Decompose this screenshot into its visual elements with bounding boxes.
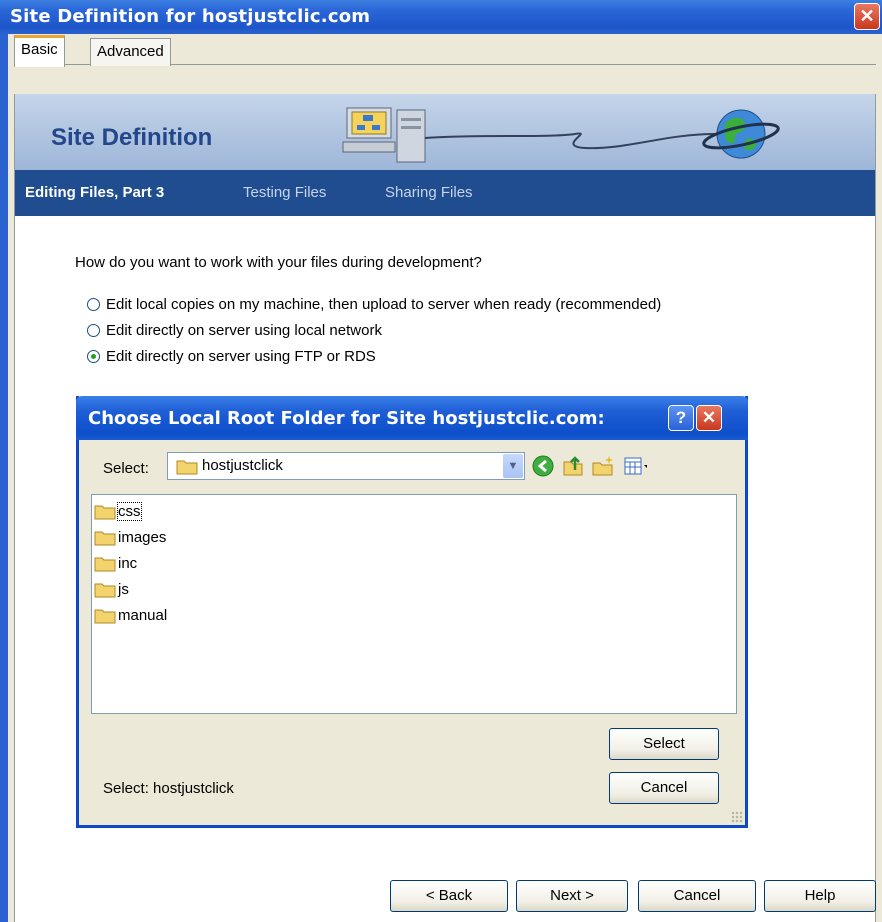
option-edit-local-network[interactable]: Edit directly on server using local netw…	[87, 320, 382, 340]
tab-advanced[interactable]: Advanced	[90, 38, 171, 66]
folder-list[interactable]: css images inc js manual	[91, 494, 737, 714]
new-folder-icon[interactable]	[591, 454, 615, 478]
radio-button[interactable]	[87, 297, 100, 311]
select-label: Select:	[103, 460, 149, 477]
next-button[interactable]: Next >	[516, 880, 628, 912]
dialog-titlebar[interactable]: Choose Local Root Folder for Site hostju…	[76, 396, 748, 440]
current-folder: hostjustclick	[202, 457, 283, 474]
folder-icon	[176, 460, 198, 475]
tab-strip: Basic Advanced	[14, 35, 876, 67]
question-text: How do you want to work with your files …	[75, 254, 482, 271]
view-menu-icon[interactable]	[623, 454, 647, 478]
dialog-cancel-button[interactable]: Cancel	[609, 772, 719, 804]
status-text: Select: hostjustclick	[103, 780, 234, 797]
wizard-steps: Editing Files, Part 3 Testing Files Shar…	[15, 170, 875, 216]
window-title: Site Definition for hostjustclic.com	[10, 6, 371, 27]
folder-name: inc	[118, 554, 138, 572]
back-arrow-icon[interactable]	[531, 454, 555, 478]
select-button[interactable]: Select	[609, 728, 719, 760]
folder-name: images	[118, 528, 167, 546]
folder-name: css	[117, 501, 142, 521]
list-item[interactable]: css	[94, 499, 142, 523]
folder-icon	[94, 583, 116, 598]
dialog-close-button[interactable]: ✕	[696, 405, 722, 431]
dialog-help-button[interactable]: ?	[668, 405, 694, 431]
radio-button-checked[interactable]	[87, 349, 100, 363]
folder-name: js	[118, 580, 129, 598]
step-editing-files: Editing Files, Part 3	[25, 184, 165, 201]
list-item[interactable]: manual	[94, 603, 167, 627]
option-edit-ftp-rds[interactable]: Edit directly on server using FTP or RDS	[87, 346, 376, 366]
option-label: Edit directly on server using FTP or RDS	[106, 347, 376, 365]
banner-title: Site Definition	[51, 124, 213, 151]
help-icon: ?	[675, 408, 687, 427]
radio-button[interactable]	[87, 323, 100, 337]
list-item[interactable]: inc	[94, 551, 137, 575]
option-edit-local[interactable]: Edit local copies on my machine, then up…	[87, 294, 661, 314]
tab-basic[interactable]: Basic	[14, 35, 65, 67]
choose-folder-dialog: Choose Local Root Folder for Site hostju…	[76, 396, 748, 828]
window-titlebar[interactable]: Site Definition for hostjustclic.com ✕	[0, 0, 882, 34]
dialog-title: Choose Local Root Folder for Site hostju…	[88, 408, 605, 429]
folder-select[interactable]: hostjustclick ▼	[167, 452, 525, 480]
resize-grip[interactable]	[731, 811, 743, 823]
site-definition-banner: Site Definition	[15, 94, 875, 170]
list-item[interactable]: images	[94, 525, 166, 549]
window-frame	[0, 34, 8, 922]
list-item[interactable]: js	[94, 577, 129, 601]
back-button[interactable]: < Back	[390, 880, 508, 912]
chevron-down-icon[interactable]: ▼	[503, 454, 523, 478]
close-icon: ✕	[701, 408, 717, 427]
computer-network-globe-icon	[342, 107, 780, 163]
window-close-button[interactable]: ✕	[854, 3, 880, 30]
cancel-button[interactable]: Cancel	[638, 880, 756, 912]
close-icon: ✕	[859, 6, 875, 26]
site-definition-window: Site Definition for hostjustclic.com ✕ B…	[0, 0, 882, 922]
up-folder-icon[interactable]	[561, 454, 585, 478]
option-label: Edit directly on server using local netw…	[106, 321, 382, 339]
step-testing-files: Testing Files	[243, 184, 327, 201]
option-label: Edit local copies on my machine, then up…	[106, 295, 662, 313]
folder-icon	[94, 609, 116, 624]
folder-name: manual	[118, 606, 168, 624]
folder-icon	[94, 531, 116, 546]
folder-icon	[94, 557, 116, 572]
folder-icon	[94, 505, 116, 520]
step-sharing-files: Sharing Files	[385, 184, 473, 201]
help-button[interactable]: Help	[764, 880, 876, 912]
